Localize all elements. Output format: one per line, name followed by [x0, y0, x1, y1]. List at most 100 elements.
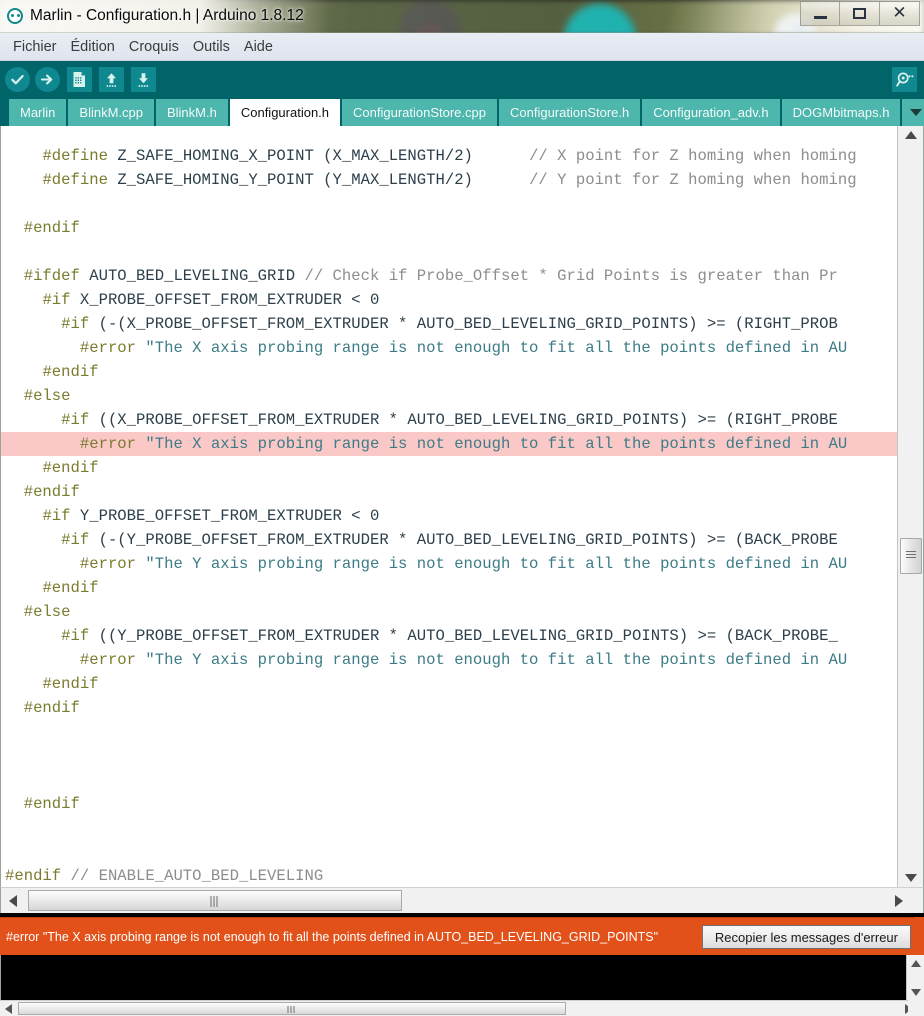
code-token-str: "The Y axis probing range is not enough … [145, 555, 848, 573]
code-line[interactable]: #error "The Y axis probing range is not … [1, 648, 897, 672]
menu-item-croquis[interactable]: Croquis [122, 36, 186, 58]
maximize-icon [853, 8, 866, 19]
code-token-str: "The Y axis probing range is not enough … [145, 651, 848, 669]
save-button[interactable] [131, 67, 156, 92]
open-button[interactable] [99, 67, 124, 92]
triangle-left-icon [4, 1003, 12, 1014]
upload-button[interactable] [35, 67, 60, 92]
code-line[interactable]: #error "The Y axis probing range is not … [1, 552, 897, 576]
close-button[interactable]: ✕ [880, 1, 920, 26]
code-token-cmt: // X point for Z homing when homing [529, 147, 857, 165]
code-line[interactable]: #else [1, 384, 897, 408]
code-line[interactable]: #if ((Y_PROBE_OFFSET_FROM_EXTRUDER * AUT… [1, 624, 897, 648]
code-line[interactable]: #if ((X_PROBE_OFFSET_FROM_EXTRUDER * AUT… [1, 408, 897, 432]
code-line[interactable]: #endif [1, 360, 897, 384]
triangle-up-icon [905, 131, 917, 139]
vertical-scroll-thumb[interactable] [900, 538, 922, 574]
code-line[interactable]: #if (-(Y_PROBE_OFFSET_FROM_EXTRUDER * AU… [1, 528, 897, 552]
serial-monitor-button[interactable] [892, 67, 917, 92]
status-error-bar: #error "The X axis probing range is not … [0, 917, 924, 955]
tab-overflow-menu[interactable]: efaul [902, 99, 924, 126]
code-line[interactable]: #endif // ENABLE_AUTO_BED_LEVELING [1, 864, 897, 887]
copy-error-messages-button[interactable]: Recopier les messages d'erreur [701, 925, 911, 949]
triangle-down-icon [905, 874, 917, 882]
tab-configurationstore-h[interactable]: ConfigurationStore.h [499, 99, 641, 126]
arrow-up-icon [106, 72, 116, 87]
code-token-kw: #error [79, 339, 146, 357]
maximize-button[interactable] [840, 1, 880, 26]
code-line[interactable]: #if (-(X_PROBE_OFFSET_FROM_EXTRUDER * AU… [1, 312, 897, 336]
error-message: #error "The X axis probing range is not … [6, 929, 659, 944]
tab-configuration-h[interactable]: Configuration.h [229, 99, 341, 126]
menu-item-edition[interactable]: Édition [64, 36, 122, 58]
code-line[interactable] [1, 720, 897, 744]
code-line[interactable]: #if X_PROBE_OFFSET_FROM_EXTRUDER < 0 [1, 288, 897, 312]
code-line[interactable] [1, 192, 897, 216]
code-line[interactable]: #endif [1, 576, 897, 600]
grip-icon [906, 551, 916, 560]
editor-horizontal-scrollbar[interactable] [0, 887, 924, 913]
menu-item-aide[interactable]: Aide [237, 36, 280, 58]
window-controls: ✕ [800, 1, 920, 26]
scroll-up-button[interactable] [898, 126, 923, 144]
code-line[interactable]: #endif [1, 696, 897, 720]
code-line[interactable]: #error "The X axis probing range is not … [1, 432, 897, 456]
code-token-kw: #error [79, 435, 146, 453]
scroll-down-button[interactable] [898, 869, 923, 887]
new-button[interactable] [67, 67, 92, 92]
console-scroll-down-button[interactable] [907, 985, 924, 999]
code-token-kw: #endif [42, 363, 99, 381]
verify-button[interactable] [5, 67, 30, 92]
code-token-kw: #endif [23, 219, 80, 237]
tab-configuration-adv-h[interactable]: Configuration_adv.h [642, 99, 780, 126]
editor-tabbar: Marlin BlinkM.cpp BlinkM.h Configuration… [0, 98, 924, 126]
code-token-kw: #endif [42, 675, 99, 693]
scroll-right-button[interactable] [889, 888, 909, 913]
code-line[interactable]: #else [1, 600, 897, 624]
console-horizontal-scrollbar[interactable] [0, 1000, 924, 1016]
code-line[interactable]: #define Z_SAFE_HOMING_X_POINT (X_MAX_LEN… [1, 144, 897, 168]
console-scroll-up-button[interactable] [907, 956, 924, 970]
code-text-area[interactable]: #define Z_SAFE_HOMING_X_POINT (X_MAX_LEN… [1, 126, 897, 887]
code-editor[interactable]: #define Z_SAFE_HOMING_X_POINT (X_MAX_LEN… [0, 126, 924, 887]
code-line[interactable]: #ifdef AUTO_BED_LEVELING_GRID // Check i… [1, 264, 897, 288]
arduino-ide-window: Marlin - Configuration.h | Arduino 1.8.1… [0, 0, 924, 1016]
triangle-left-icon [9, 894, 17, 907]
tab-blinkm-h[interactable]: BlinkM.h [155, 99, 228, 126]
code-line[interactable] [1, 744, 897, 768]
code-token-kw: #endif [42, 459, 99, 477]
code-line[interactable] [1, 816, 897, 840]
code-line[interactable] [1, 240, 897, 264]
code-line[interactable]: #endif [1, 672, 897, 696]
code-line[interactable]: #if Y_PROBE_OFFSET_FROM_EXTRUDER < 0 [1, 504, 897, 528]
code-line[interactable]: #endif [1, 456, 897, 480]
menu-item-outils[interactable]: Outils [186, 36, 237, 58]
console-scroll-left-button[interactable] [0, 1001, 16, 1016]
scroll-left-button[interactable] [3, 888, 23, 913]
horizontal-scroll-thumb[interactable] [28, 890, 402, 911]
code-line[interactable]: #define Z_SAFE_HOMING_Y_POINT (Y_MAX_LEN… [1, 168, 897, 192]
code-line[interactable]: #error "The X axis probing range is not … [1, 336, 897, 360]
code-token-kw: #if [61, 627, 99, 645]
triangle-right-icon [895, 894, 903, 907]
tab-blinkm-cpp[interactable]: BlinkM.cpp [68, 99, 154, 126]
code-line[interactable]: #endif [1, 216, 897, 240]
window-titlebar[interactable]: Marlin - Configuration.h | Arduino 1.8.1… [0, 0, 924, 33]
tab-configurationstore-cpp[interactable]: ConfigurationStore.cpp [342, 99, 497, 126]
tab-marlin[interactable]: Marlin [9, 99, 67, 126]
code-line[interactable]: #endif [1, 792, 897, 816]
code-token-ident: ((Y_PROBE_OFFSET_FROM_EXTRUDER * AUTO_BE… [98, 627, 838, 645]
code-line[interactable] [1, 840, 897, 864]
console-vertical-scrollbar[interactable] [906, 955, 924, 1000]
minimize-button[interactable] [800, 1, 840, 26]
menu-item-fichier[interactable]: Fichier [6, 36, 64, 58]
code-line[interactable] [1, 768, 897, 792]
console-horizontal-scroll-thumb[interactable] [18, 1002, 566, 1015]
editor-vertical-scrollbar[interactable] [897, 126, 923, 887]
tab-dogmbitmaps-h[interactable]: DOGMbitmaps.h [781, 99, 901, 126]
code-line[interactable]: #endif [1, 480, 897, 504]
